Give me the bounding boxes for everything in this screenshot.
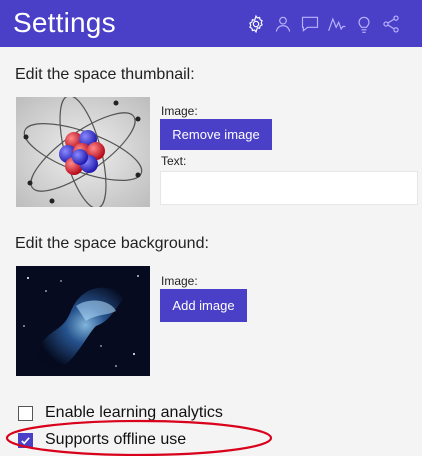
header-toolbar [245,13,407,35]
background-image-label: Image: [161,274,198,288]
learning-analytics-option[interactable]: Enable learning analytics [18,404,223,422]
offline-use-label: Supports offline use [45,431,187,448]
learning-analytics-label: Enable learning analytics [45,404,223,421]
remove-image-button[interactable]: Remove image [160,119,272,150]
add-image-button[interactable]: Add image [160,289,247,322]
checkmark-icon [21,436,30,445]
comment-icon[interactable] [299,13,321,35]
share-icon[interactable] [380,13,402,35]
analytics-icon[interactable] [326,13,348,35]
thumbnail-image-label: Image: [161,104,198,118]
thumbnail-image-atom [16,97,150,207]
settings-gear-icon[interactable] [245,13,267,35]
lightbulb-icon[interactable] [353,13,375,35]
page-title: Settings [13,7,116,38]
background-image-nebula [16,266,150,376]
background-heading: Edit the space background: [15,235,209,252]
learning-analytics-checkbox[interactable] [18,405,33,421]
user-icon[interactable] [272,13,294,35]
offline-use-checkbox[interactable] [18,432,33,448]
thumbnail-text-label: Text: [161,154,187,168]
offline-use-option[interactable]: Supports offline use [18,431,186,449]
thumbnail-heading: Edit the space thumbnail: [15,66,195,83]
settings-header: Settings [0,0,422,47]
thumbnail-text-input[interactable] [160,171,418,205]
